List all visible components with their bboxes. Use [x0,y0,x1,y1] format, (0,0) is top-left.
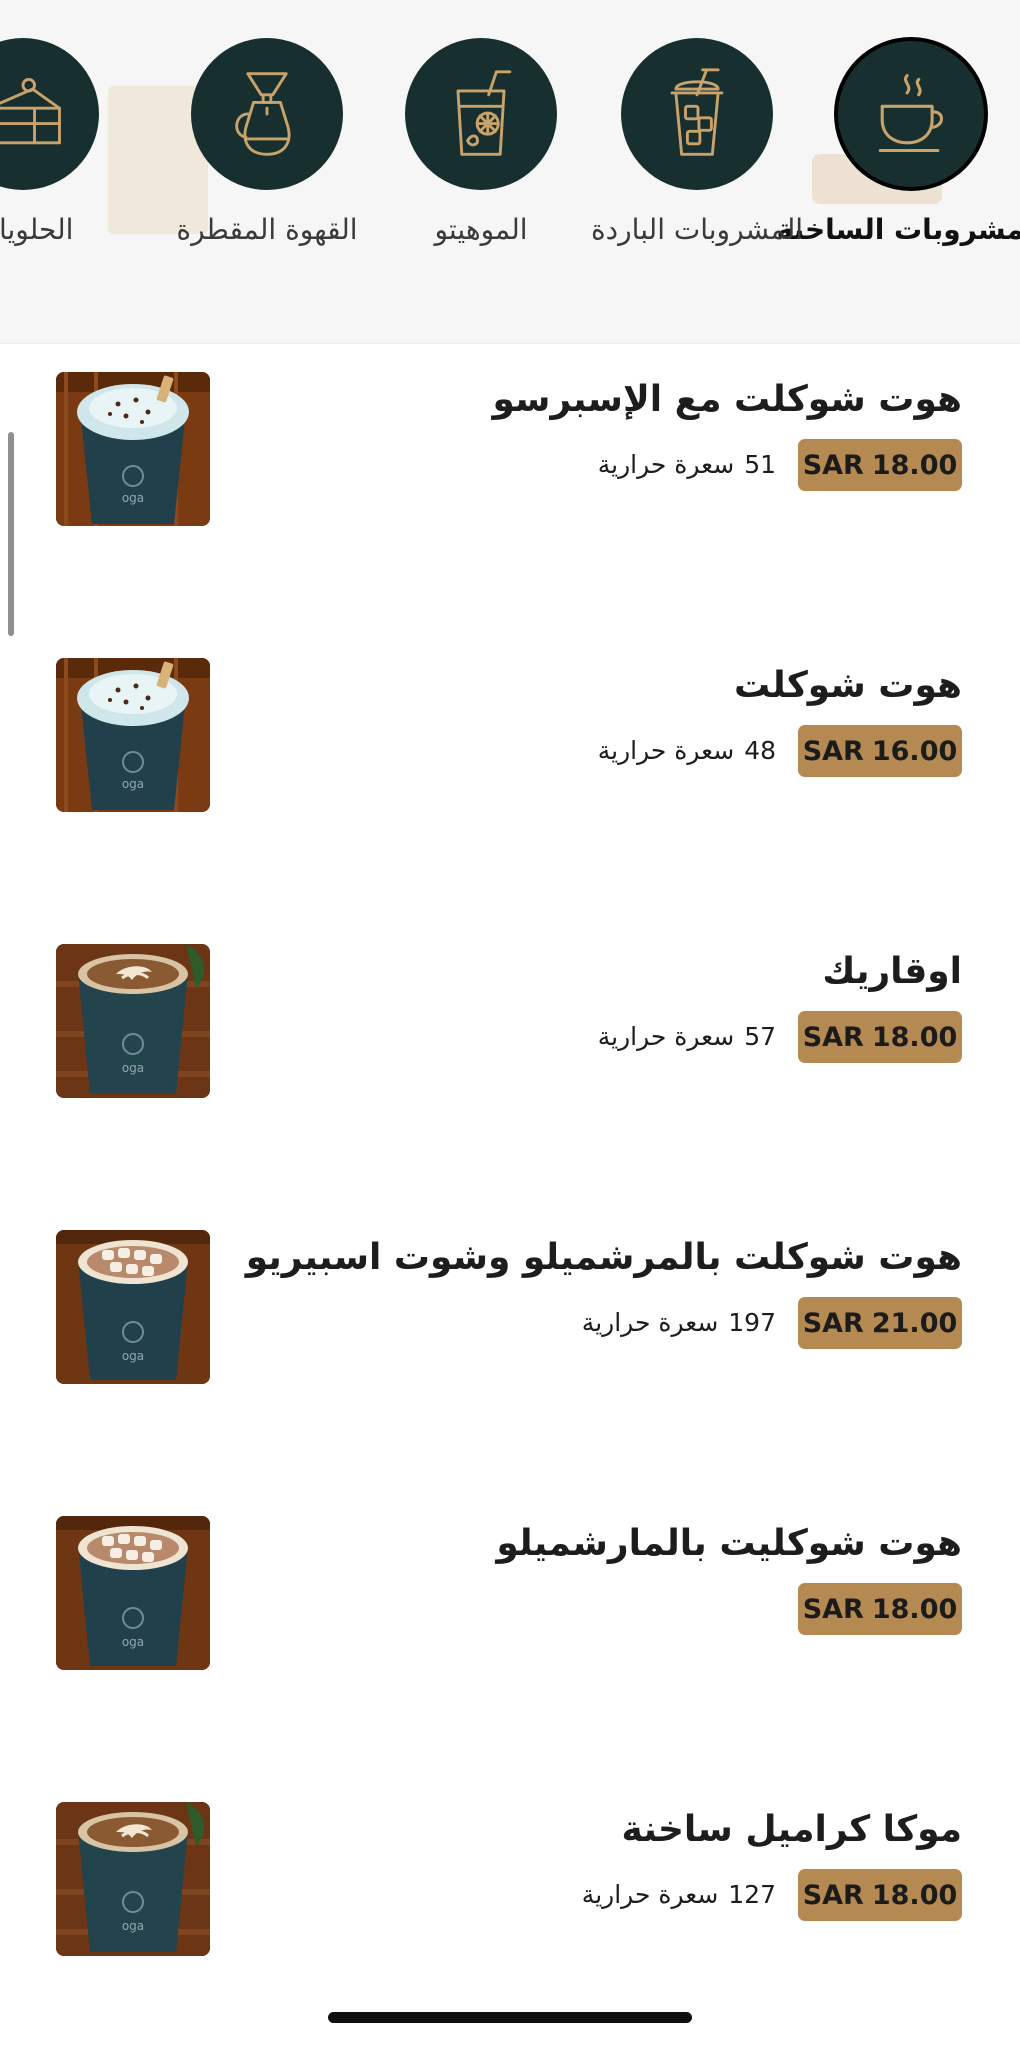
hot-cup-icon [878,74,944,153]
category-bar[interactable]: المشروبات الساخنة المشروبات الباردة المو… [0,0,1020,344]
item-image: oga [56,944,210,1098]
menu-item[interactable]: oga موكا كراميل ساخنة SAR 18.00 127 سعرة … [0,1802,1020,1962]
calories-label: سعرة حرارية [597,736,735,765]
category-cold-drinks-circle [621,38,773,190]
price-value: 21.00 [871,1307,958,1339]
price-badge: SAR 18.00 [798,1011,962,1063]
category-cold-drinks[interactable]: المشروبات الباردة [591,38,803,254]
menu-item[interactable]: oga هوت شوكلت بالمرشميلو وشوت اسبيريو SA… [0,1230,1020,1390]
item-name: هوت شوكلت [734,665,962,706]
calories: 57 سعرة حرارية [598,1018,776,1056]
menu-page: المشروبات الساخنة المشروبات الباردة المو… [0,0,1020,2048]
item-image: oga [56,1516,210,1670]
category-hot-drinks-circle [835,38,987,190]
price-badge: SAR 18.00 [798,1869,962,1921]
category-mojito-circle [405,38,557,190]
price-value: 18.00 [871,449,958,481]
calories-value: 127 [728,1880,776,1909]
price-currency: SAR [802,1021,864,1053]
category-hot-drinks[interactable]: المشروبات الساخنة [777,38,1020,254]
category-mojito[interactable]: الموهيتو [405,38,557,254]
calories-value: 48 [744,736,776,765]
category-label: المشروبات الباردة [591,213,803,246]
calories: 48 سعرة حرارية [598,732,776,770]
price-value: 18.00 [871,1879,958,1911]
item-name: موكا كراميل ساخنة [621,1809,962,1850]
calories-value: 51 [744,450,776,479]
calories-label: سعرة حرارية [581,1880,719,1909]
calories: 197 سعرة حرارية [582,1304,776,1342]
price-value: 16.00 [871,735,958,767]
home-indicator[interactable] [328,2012,692,2023]
price-currency: SAR [802,1307,864,1339]
iced-drink-icon [670,68,724,156]
svg-text:oga: oga [122,1635,144,1649]
price-badge: SAR 18.00 [798,439,962,491]
price-value: 18.00 [871,1593,958,1625]
price-currency: SAR [802,1879,864,1911]
item-image: oga [56,1802,210,1956]
calories-label: سعرة حرارية [581,1308,719,1337]
item-name: هوت شوكلت مع الإسبرسو [492,379,962,420]
price-badge: SAR 21.00 [798,1297,962,1349]
menu-item[interactable]: oga هوت شوكلت مع الإسبرسو SAR 18.00 51 سع… [0,372,1020,532]
item-image: oga [56,658,210,812]
category-label: المشروبات الساخنة [776,213,1020,246]
calories: 127 سعرة حرارية [582,1876,776,1914]
menu-item[interactable]: oga هوت شوكليت بالمارشميلو SAR 18.00 [0,1516,1020,1676]
category-label: الحلويات [0,213,74,246]
item-name: هوت شوكليت بالمارشميلو [496,1523,962,1564]
calories-value: 197 [728,1308,776,1337]
svg-text:oga: oga [122,777,144,791]
price-badge: SAR 16.00 [798,725,962,777]
calories-label: سعرة حرارية [597,450,735,479]
calories-value: 57 [744,1022,776,1051]
calories-label: سعرة حرارية [597,1022,735,1051]
price-value: 18.00 [871,1021,958,1053]
price-badge: SAR 18.00 [798,1583,962,1635]
menu-item[interactable]: oga اوقاريك SAR 18.00 57 سعرة حرارية [0,944,1020,1104]
calories: 51 سعرة حرارية [598,446,776,484]
category-drip-coffee[interactable]: القهوة المقطرة [176,38,358,254]
drip-coffee-icon [235,72,291,156]
item-image: oga [56,372,210,526]
category-drip-coffee-circle [191,38,343,190]
price-currency: SAR [802,1593,864,1625]
cake-slice-icon [0,78,61,145]
svg-text:oga: oga [122,1349,144,1363]
mojito-glass-icon [456,70,512,156]
price-currency: SAR [802,735,864,767]
category-label: الموهيتو [434,213,528,246]
category-desserts[interactable]: الحلويات [0,38,99,254]
item-name: هوت شوكلت بالمرشميلو وشوت اسبيريو [245,1237,962,1278]
svg-text:oga: oga [122,1919,144,1933]
menu-item[interactable]: oga هوت شوكلت SAR 16.00 48 سعرة حرارية [0,658,1020,818]
price-currency: SAR [802,449,864,481]
item-image: oga [56,1230,210,1384]
category-label: القهوة المقطرة [176,213,358,246]
category-desserts-circle [0,38,99,190]
svg-text:oga: oga [122,491,144,505]
item-name: اوقاريك [822,951,962,992]
svg-text:oga: oga [122,1061,144,1075]
